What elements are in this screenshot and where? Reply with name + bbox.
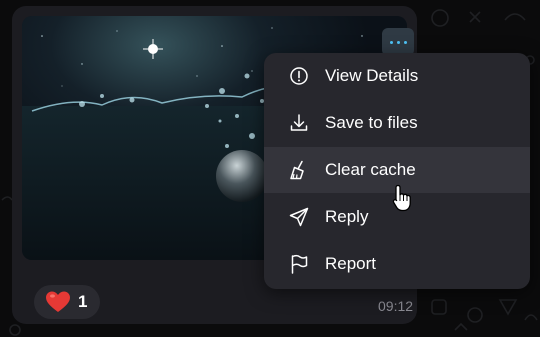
more-dot — [396, 40, 400, 44]
download-icon — [290, 114, 308, 131]
message-time: 09:12 — [378, 298, 414, 314]
menu-item-report[interactable]: Report — [264, 241, 530, 287]
info-icon — [290, 67, 308, 85]
reaction-heart-chip[interactable]: 1 — [34, 285, 100, 319]
broom-icon — [290, 160, 304, 180]
menu-item-label: Report — [325, 254, 377, 273]
send-icon — [289, 207, 309, 227]
menu-item-label: View Details — [325, 66, 419, 85]
menu-item-save-to-files[interactable]: Save to files — [264, 100, 530, 146]
more-options-button[interactable] — [382, 28, 414, 56]
flag-icon — [291, 254, 308, 274]
context-menu: View Details Save to files Clear cache R… — [264, 53, 530, 289]
menu-item-view-details[interactable]: View Details — [264, 53, 530, 99]
more-dot — [403, 40, 407, 44]
menu-item-label: Reply — [325, 207, 369, 226]
more-dots-icon — [389, 40, 393, 44]
menu-item-label: Clear cache — [325, 160, 416, 179]
red-heart-icon — [46, 291, 70, 312]
menu-item-label: Save to files — [325, 113, 418, 132]
reaction-count: 1 — [78, 292, 88, 311]
hand-cursor-icon — [392, 184, 411, 212]
